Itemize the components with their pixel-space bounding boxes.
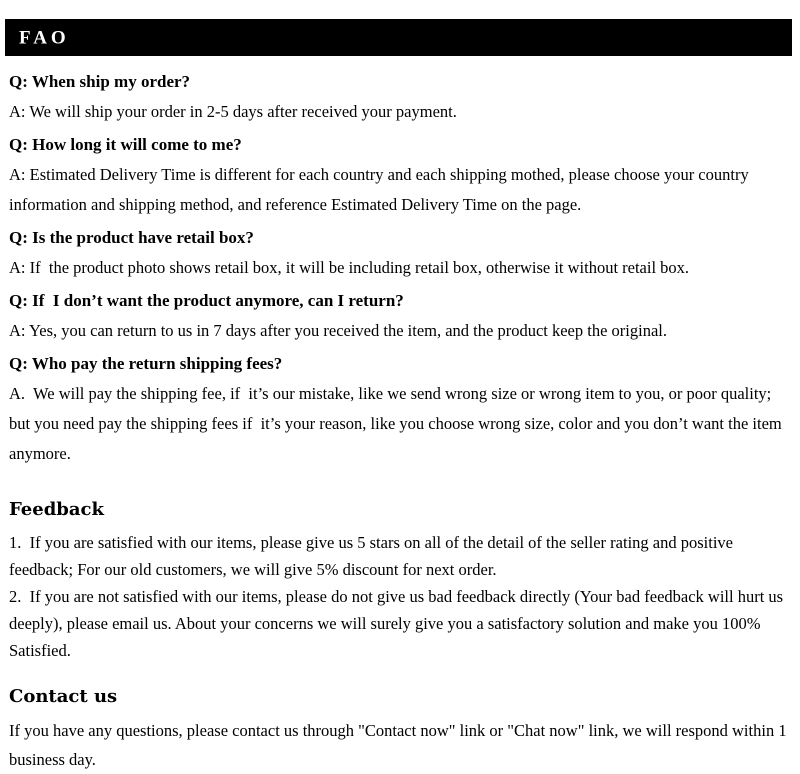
faq-answer: A: If the product photo shows retail box…: [9, 258, 690, 277]
faq-item-3: Q: Is the product have retail box? A: If…: [9, 222, 791, 283]
faq-content: Q: When ship my order? A: We will ship y…: [9, 66, 791, 774]
feedback-heading: Feedback: [9, 499, 104, 520]
feedback-point-1: 1. If you are satisfied with our items, …: [9, 533, 738, 579]
faq-answer: A: Yes, you can return to us in 7 days a…: [9, 321, 667, 340]
faq-question: Q: Who pay the return shipping fees?: [9, 354, 283, 373]
contact-body: If you have any questions, please contac…: [9, 721, 791, 769]
contact-section: Contact us If you have any questions, pl…: [9, 684, 791, 774]
faq-answer: A: We will ship your order in 2-5 days a…: [9, 102, 457, 121]
faq-question: Q: Is the product have retail box?: [9, 228, 254, 247]
faq-answer: A. We will pay the shipping fee, if it’s…: [9, 384, 786, 463]
feedback-point-2: 2. If you are not satisfied with our ite…: [9, 587, 788, 660]
faq-answer: A: Estimated Delivery Time is different …: [9, 165, 753, 214]
feedback-section: Feedback 1. If you are satisfied with ou…: [9, 497, 791, 664]
faq-question: Q: How long it will come to me?: [9, 135, 242, 154]
faq-item-2: Q: How long it will come to me? A: Estim…: [9, 129, 791, 220]
faq-page: FAO Q: When ship my order? A: We will sh…: [0, 0, 800, 769]
faq-item-1: Q: When ship my order? A: We will ship y…: [9, 66, 791, 127]
faq-item-4: Q: If I don’t want the product anymore, …: [9, 285, 791, 346]
faq-question: Q: If I don’t want the product anymore, …: [9, 291, 404, 310]
page-title: FAO: [19, 27, 70, 48]
faq-item-5: Q: Who pay the return shipping fees? A. …: [9, 348, 791, 469]
faq-question: Q: When ship my order?: [9, 72, 191, 91]
contact-heading: Contact us: [9, 686, 118, 707]
page-header-bar: FAO: [5, 19, 792, 56]
